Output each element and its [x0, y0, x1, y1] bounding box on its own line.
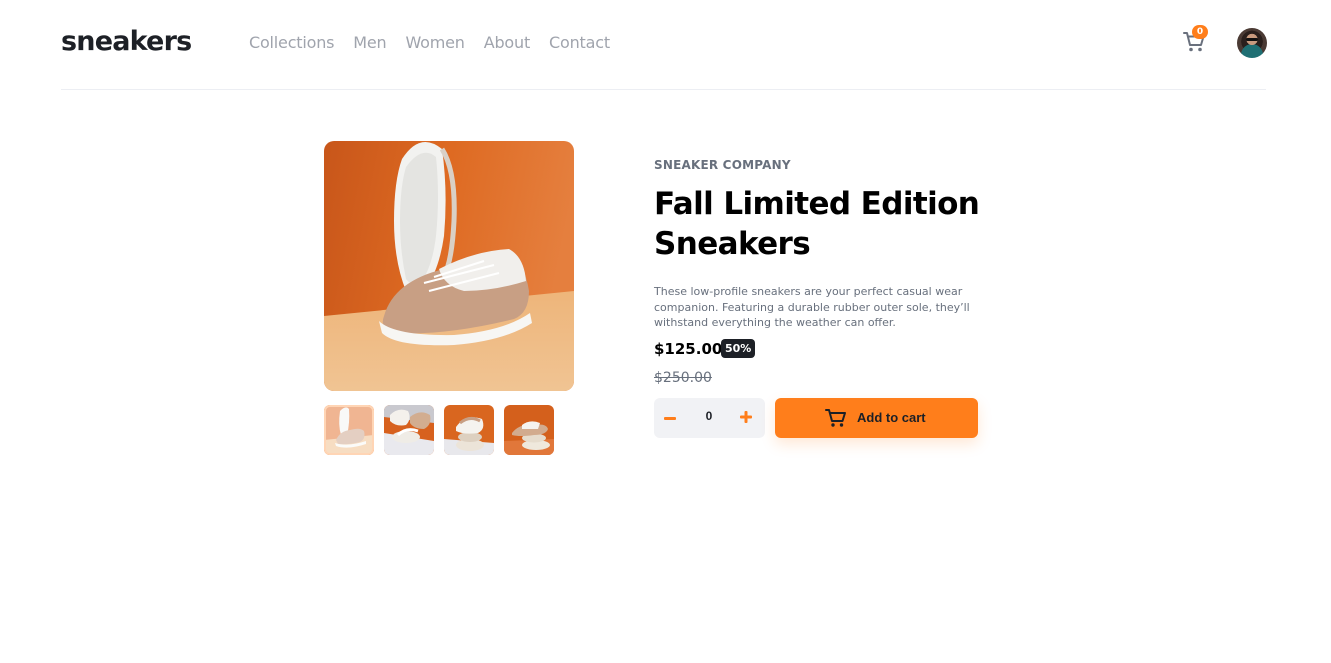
plus-icon[interactable]: [740, 406, 754, 428]
product-thumbnail-1[interactable]: [324, 405, 374, 455]
nav-link-collections[interactable]: Collections: [249, 33, 334, 52]
nav-link-contact[interactable]: Contact: [549, 33, 610, 52]
nav-link-men[interactable]: Men: [353, 33, 386, 52]
main-nav: Collections Men Women About Contact: [249, 33, 629, 52]
company-name: SNEAKER COMPANY: [654, 158, 791, 172]
product-thumbnail-3[interactable]: [444, 405, 494, 455]
product-description: These low-profile sneakers are your perf…: [654, 285, 970, 329]
product-title: Fall Limited Edition Sneakers: [654, 186, 980, 262]
avatar-glasses: [1246, 38, 1258, 41]
product-image-main[interactable]: [324, 141, 574, 391]
product-thumbnail-4[interactable]: [504, 405, 554, 455]
quantity-input[interactable]: [694, 409, 724, 423]
add-to-cart-button[interactable]: Add to cart: [775, 398, 978, 438]
discount-badge: 50%: [721, 339, 756, 358]
current-price: $125.00: [654, 340, 723, 358]
logo[interactable]: sneakers: [61, 26, 192, 57]
add-to-cart-label: Add to cart: [857, 410, 926, 425]
minus-icon[interactable]: [664, 407, 676, 429]
nav-link-women[interactable]: Women: [405, 33, 464, 52]
thumbnail-strip: [324, 405, 554, 455]
site-header: sneakers Collections Men Women About Con…: [61, 0, 1267, 90]
nav-link-about[interactable]: About: [484, 33, 531, 52]
quantity-stepper: [654, 398, 765, 438]
cart-icon: [825, 408, 847, 428]
product-thumbnail-2[interactable]: [384, 405, 434, 455]
original-price: $250.00: [654, 370, 712, 386]
cart-count-badge: 0: [1192, 25, 1208, 39]
user-avatar[interactable]: [1237, 28, 1267, 58]
